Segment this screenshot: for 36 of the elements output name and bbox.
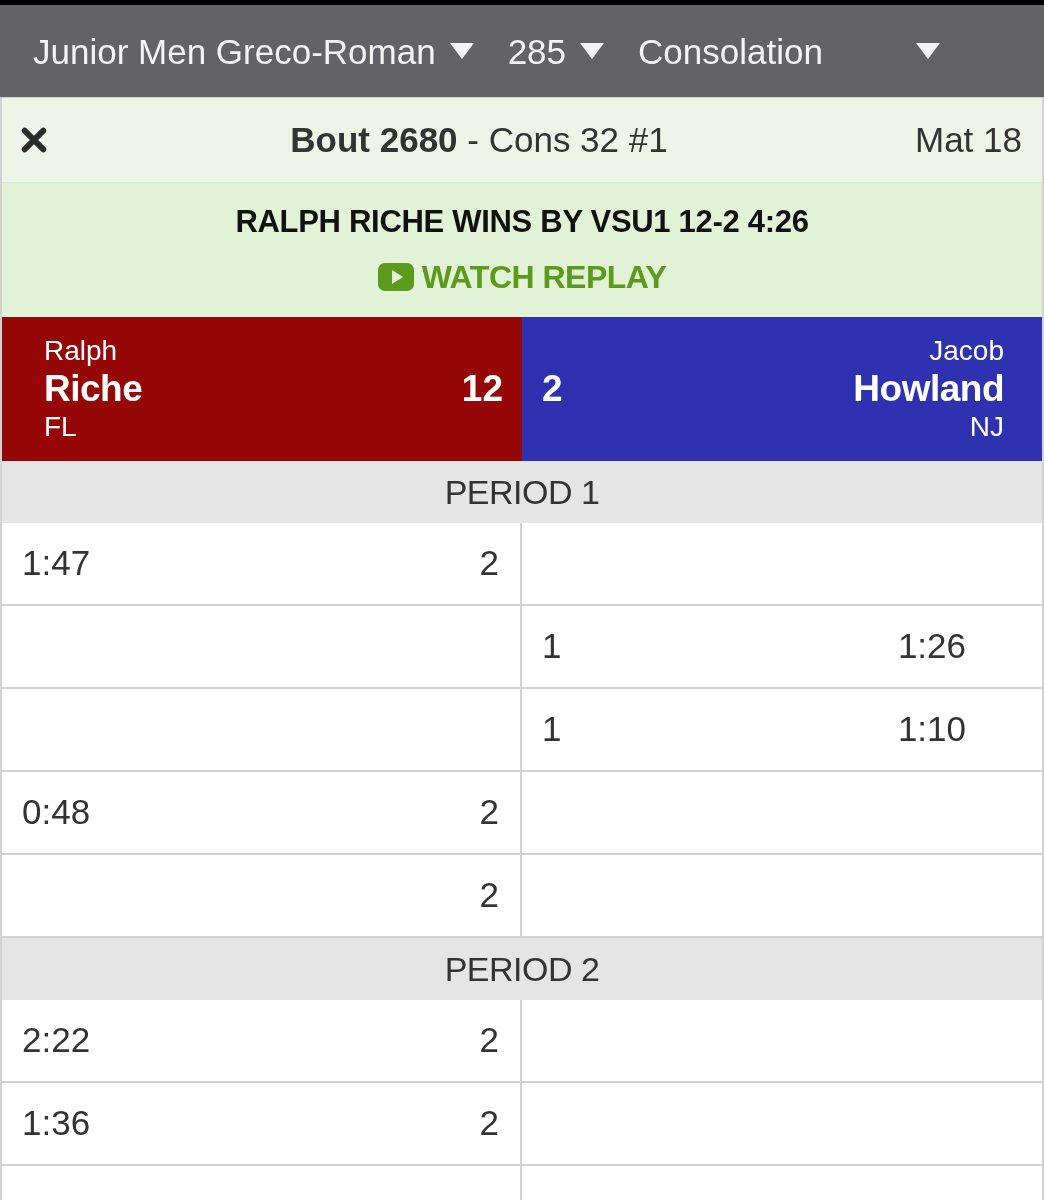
score-points: 2 <box>479 542 499 585</box>
first-name: Ralph <box>44 334 118 368</box>
caret-icon <box>580 43 605 59</box>
score-time: 2:22 <box>22 1019 91 1062</box>
close-button[interactable] <box>20 126 48 154</box>
score-points: 2 <box>479 1019 499 1062</box>
team-text: NJ <box>969 410 1004 444</box>
score-time: 1:36 <box>22 1102 91 1145</box>
score-points: 2 <box>479 1102 499 1145</box>
close-icon <box>20 126 48 154</box>
score-time: 1:10 <box>897 708 966 751</box>
caret-icon <box>916 43 940 59</box>
score-text: 2 <box>542 367 563 412</box>
last-name: Riche <box>44 368 143 410</box>
score-points: 2 <box>479 874 499 917</box>
score-points: 2 <box>479 791 499 834</box>
period-header: PERIOD 1 <box>2 461 1042 523</box>
play-icon <box>377 263 414 292</box>
watch-replay-link[interactable]: WATCH REPLAY <box>377 253 667 302</box>
result-text: RALPH RICHE WINS BY VSU1 12-2 4:26 <box>235 202 809 241</box>
score-points: 1 <box>542 625 562 668</box>
team-text: FL <box>44 410 77 444</box>
last-name: Howland <box>853 368 1004 410</box>
period-header: PERIOD 2 <box>2 938 1042 1000</box>
score-time: 0:48 <box>22 791 91 834</box>
filter-dropdown[interactable]: Consolation <box>638 25 940 77</box>
score-points: 1 <box>542 708 562 751</box>
first-name: Jacob <box>929 334 1004 368</box>
filter-dropdown[interactable]: Junior Men Greco-Roman <box>33 25 474 77</box>
mat-text: Mat 18 <box>915 118 1022 161</box>
caret-icon <box>449 43 474 59</box>
score-time: 1:47 <box>22 542 91 585</box>
score-time: 1:26 <box>897 625 966 668</box>
bout-title: Bout 2680 - Cons 32 #1 <box>290 118 668 161</box>
score-text: 12 <box>461 367 503 412</box>
filter-dropdown[interactable]: 285 <box>507 25 605 77</box>
